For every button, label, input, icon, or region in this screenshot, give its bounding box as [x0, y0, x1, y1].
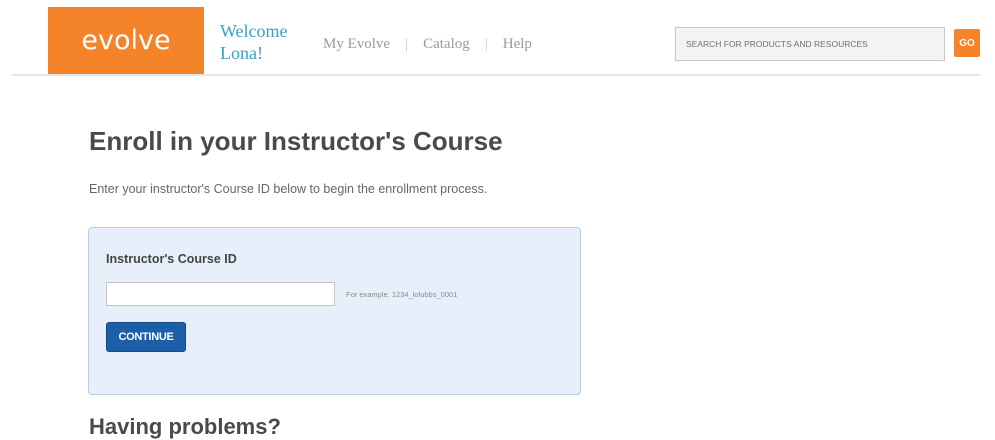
nav-separator: |	[484, 36, 488, 52]
enroll-form-panel: Instructor's Course ID For example, 1234…	[88, 227, 581, 395]
welcome-username[interactable]: Lona!	[220, 42, 320, 64]
course-id-input[interactable]	[106, 282, 335, 306]
intro-text: Enter your instructor's Course ID below …	[89, 182, 488, 196]
continue-button[interactable]: CONTINUE	[106, 322, 186, 352]
search-box	[675, 27, 945, 61]
welcome-greeting: Welcome	[220, 21, 288, 41]
site-header: evolve Welcome Lona! My Evolve | Catalog…	[0, 0, 995, 80]
nav-separator: |	[405, 36, 409, 52]
nav-link-my-evolve[interactable]: My Evolve	[323, 36, 390, 53]
go-button[interactable]: GO	[954, 29, 980, 57]
course-id-example-hint: For example, 1234_lolubbs_0001	[346, 290, 458, 299]
course-id-label: Instructor's Course ID	[106, 252, 237, 266]
logo-text: evolve	[81, 24, 171, 56]
nav-link-catalog[interactable]: Catalog	[423, 36, 470, 53]
top-navigation: My Evolve | Catalog | Help	[323, 36, 532, 53]
welcome-message: Welcome Lona!	[220, 20, 320, 64]
search-input[interactable]	[676, 28, 944, 60]
page-title: Enroll in your Instructor's Course	[89, 126, 503, 156]
nav-link-help[interactable]: Help	[503, 36, 532, 53]
having-problems-heading: Having problems?	[89, 414, 281, 439]
header-divider	[12, 74, 980, 76]
evolve-logo[interactable]: evolve	[48, 7, 204, 75]
